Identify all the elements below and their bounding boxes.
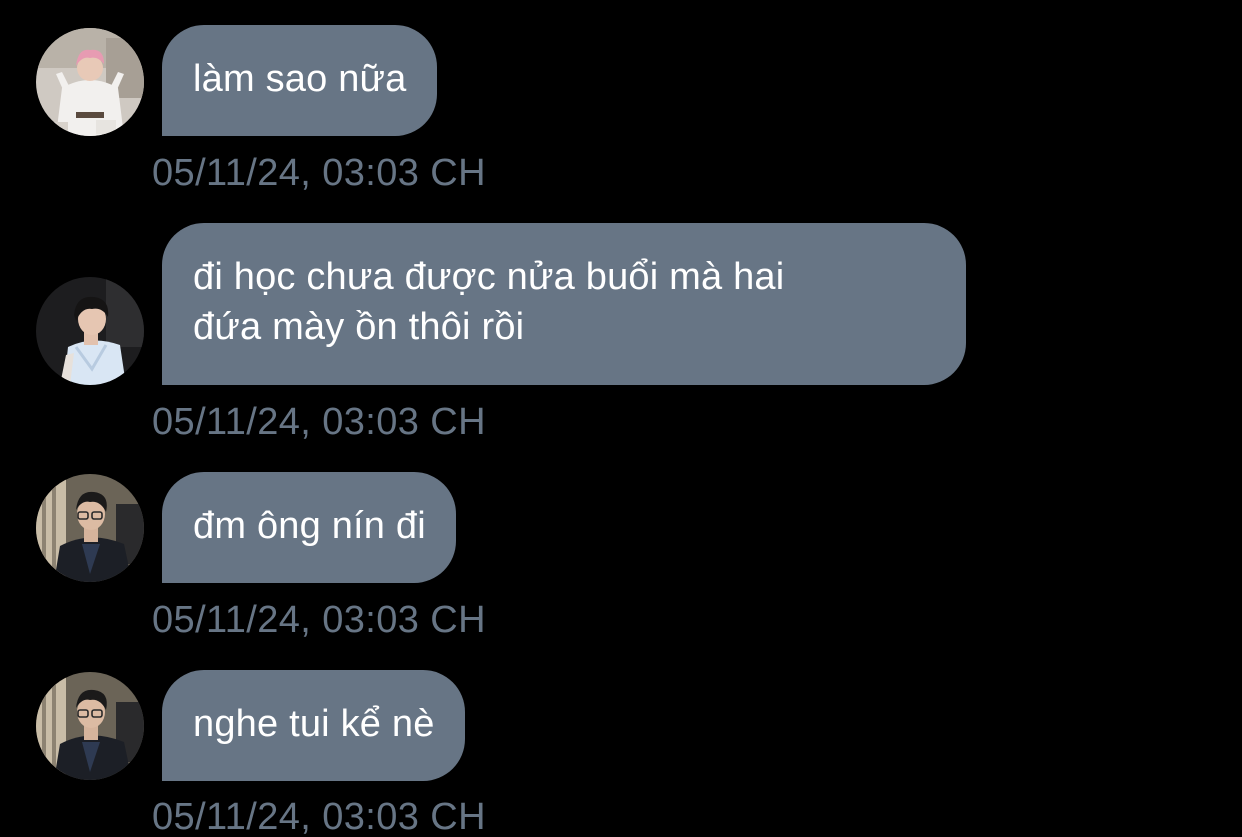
- person-photo-icon: [36, 474, 144, 582]
- message-bubble[interactable]: đm ông nín đi: [162, 472, 456, 583]
- avatar[interactable]: [36, 28, 144, 136]
- message-timestamp: 05/11/24, 03:03 CH: [152, 796, 486, 837]
- person-photo-icon: [36, 672, 144, 780]
- message-bubble[interactable]: nghe tui kể nè: [162, 670, 465, 781]
- message-timestamp: 05/11/24, 03:03 CH: [152, 599, 486, 641]
- person-photo-icon: [36, 28, 144, 136]
- avatar[interactable]: [36, 277, 144, 385]
- message-timestamp: 05/11/24, 03:03 CH: [152, 401, 486, 443]
- avatar[interactable]: [36, 672, 144, 780]
- person-photo-icon: [36, 277, 144, 385]
- message-bubble[interactable]: làm sao nữa: [162, 25, 437, 136]
- avatar[interactable]: [36, 474, 144, 582]
- message-timestamp: 05/11/24, 03:03 CH: [152, 152, 486, 194]
- message-bubble[interactable]: đi học chưa được nửa buổi mà hai đứa mày…: [162, 223, 966, 385]
